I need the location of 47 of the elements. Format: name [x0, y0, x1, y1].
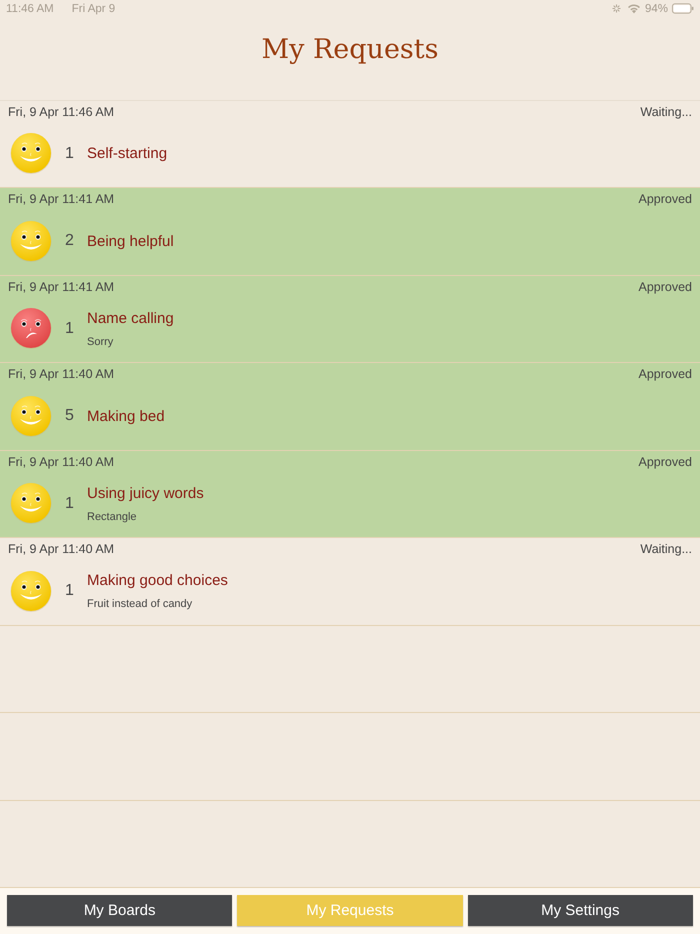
request-count: 1: [64, 320, 75, 338]
activity-spinner-icon: [612, 4, 621, 14]
request-status: Waiting...: [640, 104, 692, 118]
request-note: Fruit instead of candy: [87, 598, 194, 610]
request-title: Being helpful: [87, 232, 174, 250]
smiley-face-icon: [10, 132, 52, 176]
request-title: Self-starting: [87, 145, 168, 162]
smiley-face-icon: [10, 220, 52, 263]
request-title: Making good choices: [87, 572, 228, 590]
sad-face-icon: [10, 307, 52, 350]
status-time: 11:46 AM: [6, 2, 54, 15]
smiley-face-icon: [10, 482, 52, 526]
approved-request-row[interactable]: Fri, 9 Apr 11:41 AM Approved 2 Being helpful: [0, 188, 700, 276]
request-title: Making bed: [87, 408, 165, 425]
request-count: 2: [64, 232, 75, 250]
wifi-icon: [626, 3, 641, 14]
request-note: Rectangle: [87, 510, 138, 523]
request-status: Approved: [638, 454, 692, 468]
battery-percent: 94%: [644, 2, 668, 15]
request-count: 1: [64, 144, 75, 163]
smiley-face-icon: [10, 394, 52, 438]
smiley-face-icon: [10, 570, 52, 613]
request-status: Approved: [638, 192, 692, 206]
pending-request-row[interactable]: Fri, 9 Apr 11:46 AM Waiting... 1 Self-starting: [0, 100, 700, 188]
approved-request-row[interactable]: Fri, 9 Apr 11:40 AM Approved 5 Making bed: [0, 363, 700, 450]
request-count: 1: [64, 494, 75, 513]
request-status: Approved: [638, 367, 692, 381]
request-date: Fri, 9 Apr 11:40 AM: [8, 542, 114, 556]
request-title: Using juicy words: [87, 484, 204, 502]
tab-button[interactable]: My Boards: [7, 895, 232, 926]
page-title: My Requests: [261, 32, 438, 67]
request-count: 1: [64, 582, 75, 600]
request-status: Waiting...: [640, 542, 692, 556]
status-date: Fri Apr 9: [72, 2, 116, 15]
tab-button[interactable]: My Settings: [468, 895, 693, 926]
battery-icon: [672, 3, 694, 14]
request-date: Fri, 9 Apr 11:41 AM: [8, 192, 114, 206]
approved-request-row[interactable]: Fri, 9 Apr 11:41 AM Approved 1 Name calling Sorry: [0, 276, 700, 363]
approved-request-row[interactable]: Fri, 9 Apr 11:40 AM Approved 1 Using juicy words Rectangle: [0, 450, 700, 538]
request-title: Name calling: [87, 310, 174, 327]
request-note: Sorry: [87, 336, 114, 348]
request-status: Approved: [638, 280, 692, 294]
request-date: Fri, 9 Apr 11:40 AM: [8, 367, 114, 381]
request-count: 5: [64, 407, 75, 426]
request-date: Fri, 9 Apr 11:46 AM: [8, 104, 114, 118]
request-date: Fri, 9 Apr 11:41 AM: [8, 280, 114, 294]
request-date: Fri, 9 Apr 11:40 AM: [8, 454, 114, 468]
